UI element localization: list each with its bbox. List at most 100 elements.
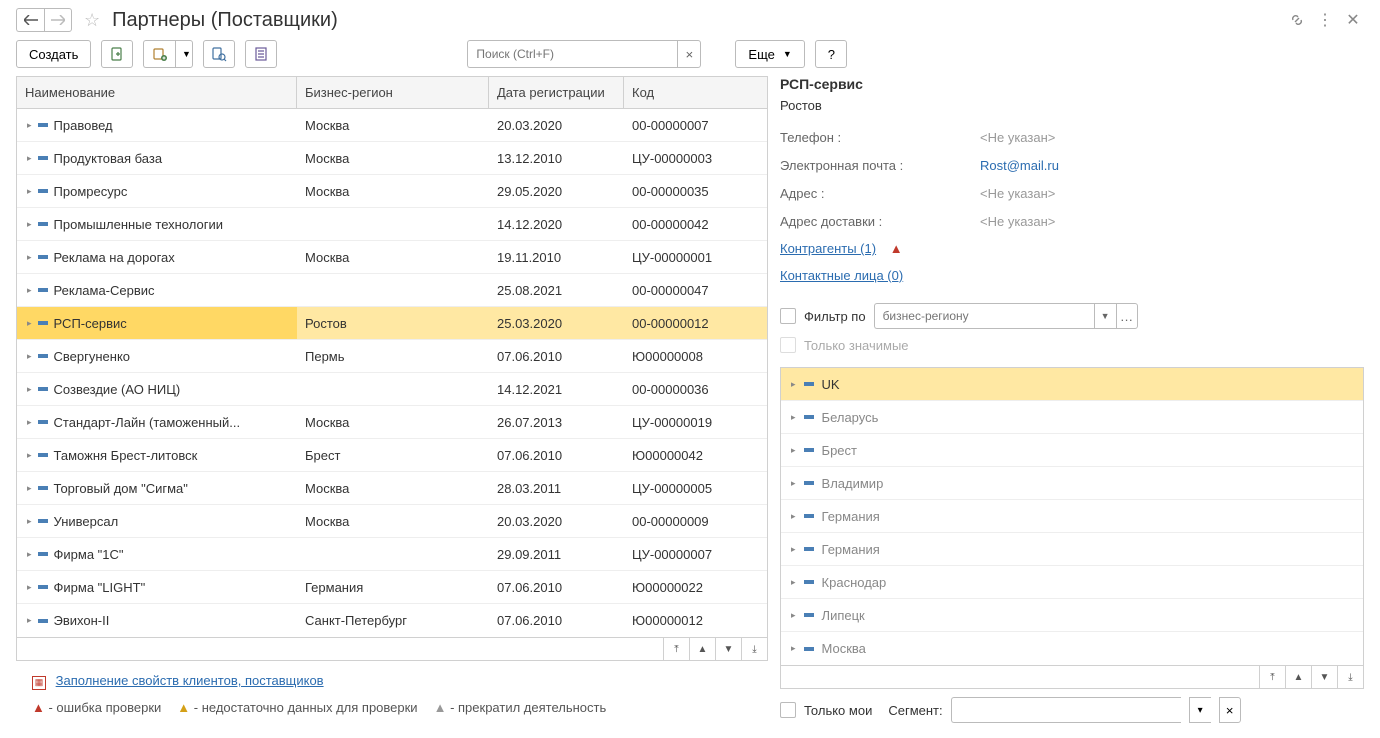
tree-expand-icon[interactable]: ▸ bbox=[27, 417, 32, 428]
regions-pager-first[interactable]: ⤒ bbox=[1259, 666, 1285, 688]
list-button[interactable] bbox=[245, 40, 277, 68]
column-header-code[interactable]: Код bbox=[624, 77, 754, 108]
tree-expand-icon[interactable]: ▸ bbox=[27, 582, 32, 593]
tree-expand-icon[interactable]: ▸ bbox=[791, 577, 796, 588]
region-row[interactable]: ▸ UK bbox=[781, 368, 1363, 401]
table-row[interactable]: ▸Торговый дом "Сигма"Москва28.03.2011ЦУ-… bbox=[17, 472, 767, 505]
table-row[interactable]: ▸Продуктовая базаМосква13.12.2010ЦУ-0000… bbox=[17, 142, 767, 175]
only-significant-checkbox[interactable] bbox=[780, 337, 796, 353]
close-icon[interactable]: ✕ bbox=[1342, 9, 1364, 31]
region-name: UK bbox=[822, 377, 840, 392]
tree-expand-icon[interactable]: ▸ bbox=[791, 511, 796, 522]
table-row[interactable]: ▸Стандарт-Лайн (таможенный...Москва26.07… bbox=[17, 406, 767, 439]
arrow-left-icon bbox=[24, 15, 38, 25]
table-row[interactable]: ▸УниверсалМосква20.03.202000-00000009 bbox=[17, 505, 767, 538]
tree-expand-icon[interactable]: ▸ bbox=[27, 450, 32, 461]
tree-expand-icon[interactable]: ▸ bbox=[791, 610, 796, 621]
table-row[interactable]: ▸Созвездие (АО НИЦ)14.12.202100-00000036 bbox=[17, 373, 767, 406]
help-button[interactable]: ? bbox=[815, 40, 847, 68]
fill-properties-link[interactable]: Заполнение свойств клиентов, поставщиков bbox=[56, 673, 324, 688]
tree-expand-icon[interactable]: ▸ bbox=[27, 252, 32, 263]
regions-pager-up[interactable]: ▲ bbox=[1285, 666, 1311, 688]
row-code: 00-00000042 bbox=[624, 208, 754, 240]
row-date: 29.09.2011 bbox=[489, 538, 624, 570]
create-group-button[interactable] bbox=[143, 40, 175, 68]
table-row[interactable]: ▸Фирма "LIGHT"Германия07.06.2010Ю0000002… bbox=[17, 571, 767, 604]
favorite-star-icon[interactable]: ☆ bbox=[78, 10, 106, 31]
table-row[interactable]: ▸Эвихон-IIСанкт-Петербург07.06.2010Ю0000… bbox=[17, 604, 767, 637]
only-mine-checkbox[interactable] bbox=[780, 702, 796, 718]
region-name: Владимир bbox=[822, 476, 884, 491]
table-row[interactable]: ▸Промышленные технологии14.12.202000-000… bbox=[17, 208, 767, 241]
tree-expand-icon[interactable]: ▸ bbox=[791, 643, 796, 654]
tree-expand-icon[interactable]: ▸ bbox=[27, 120, 32, 131]
document-search-icon bbox=[211, 46, 227, 62]
link-icon[interactable] bbox=[1286, 9, 1308, 31]
segment-dropdown[interactable]: ▾ bbox=[1189, 697, 1211, 723]
tree-expand-icon[interactable]: ▸ bbox=[791, 445, 796, 456]
pager-first-button[interactable]: ⤒ bbox=[663, 638, 689, 660]
table-row[interactable]: ▸ПромресурсМосква29.05.202000-00000035 bbox=[17, 175, 767, 208]
tree-expand-icon[interactable]: ▸ bbox=[27, 351, 32, 362]
email-value[interactable]: Rost@mail.ru bbox=[980, 158, 1059, 173]
tree-expand-icon[interactable]: ▸ bbox=[27, 516, 32, 527]
regions-pager-down[interactable]: ▼ bbox=[1311, 666, 1337, 688]
table-row[interactable]: ▸РСП-сервисРостов25.03.202000-00000012 bbox=[17, 307, 767, 340]
region-row[interactable]: ▸Брест bbox=[781, 434, 1363, 467]
copy-button[interactable] bbox=[101, 40, 133, 68]
segment-input[interactable] bbox=[951, 697, 1181, 723]
row-name: Торговый дом "Сигма" bbox=[54, 481, 188, 496]
more-button[interactable]: Еще▼ bbox=[735, 40, 804, 68]
find-button[interactable] bbox=[203, 40, 235, 68]
region-row[interactable]: ▸Германия bbox=[781, 533, 1363, 566]
tree-expand-icon[interactable]: ▸ bbox=[791, 379, 796, 390]
create-group-dropdown[interactable]: ▼ bbox=[175, 40, 193, 68]
create-button[interactable]: Создать bbox=[16, 40, 91, 68]
counterparties-link[interactable]: Контрагенты (1) bbox=[780, 241, 876, 256]
filter-region-select-button[interactable]: … bbox=[1116, 303, 1138, 329]
filter-region-input[interactable] bbox=[874, 303, 1094, 329]
table-row[interactable]: ▸Реклама-Сервис25.08.202100-00000047 bbox=[17, 274, 767, 307]
tree-expand-icon[interactable]: ▸ bbox=[27, 153, 32, 164]
pager-down-button[interactable]: ▼ bbox=[715, 638, 741, 660]
region-row[interactable]: ▸Германия bbox=[781, 500, 1363, 533]
tree-expand-icon[interactable]: ▸ bbox=[791, 544, 796, 555]
tree-expand-icon[interactable]: ▸ bbox=[27, 615, 32, 626]
tree-expand-icon[interactable]: ▸ bbox=[27, 285, 32, 296]
tree-expand-icon[interactable]: ▸ bbox=[791, 478, 796, 489]
search-clear-button[interactable]: × bbox=[677, 40, 701, 68]
table-row[interactable]: ▸Таможня Брест-литовскБрест07.06.2010Ю00… bbox=[17, 439, 767, 472]
nav-back-button[interactable] bbox=[16, 8, 44, 32]
more-menu-icon[interactable]: ⋮ bbox=[1314, 9, 1336, 31]
table-row[interactable]: ▸ПравоведМосква20.03.202000-00000007 bbox=[17, 109, 767, 142]
region-row[interactable]: ▸Беларусь bbox=[781, 401, 1363, 434]
region-row[interactable]: ▸Липецк bbox=[781, 599, 1363, 632]
nav-forward-button[interactable] bbox=[44, 8, 72, 32]
column-header-date[interactable]: Дата регистрации bbox=[489, 77, 624, 108]
tree-expand-icon[interactable]: ▸ bbox=[27, 549, 32, 560]
row-code: ЦУ-00000003 bbox=[624, 142, 754, 174]
column-header-region[interactable]: Бизнес-регион bbox=[297, 77, 489, 108]
tree-expand-icon[interactable]: ▸ bbox=[27, 384, 32, 395]
row-code: ЦУ-00000019 bbox=[624, 406, 754, 438]
column-header-name[interactable]: Наименование bbox=[17, 77, 297, 108]
filter-checkbox[interactable] bbox=[780, 308, 796, 324]
tree-expand-icon[interactable]: ▸ bbox=[27, 186, 32, 197]
tree-expand-icon[interactable]: ▸ bbox=[27, 318, 32, 329]
region-row[interactable]: ▸Москва bbox=[781, 632, 1363, 665]
regions-pager-last[interactable]: ⤓ bbox=[1337, 666, 1363, 688]
search-input[interactable] bbox=[467, 40, 677, 68]
filter-region-dropdown[interactable]: ▼ bbox=[1094, 303, 1116, 329]
pager-last-button[interactable]: ⤓ bbox=[741, 638, 767, 660]
contacts-link[interactable]: Контактные лица (0) bbox=[780, 268, 903, 283]
tree-expand-icon[interactable]: ▸ bbox=[27, 483, 32, 494]
table-row[interactable]: ▸Реклама на дорогахМосква19.11.2010ЦУ-00… bbox=[17, 241, 767, 274]
tree-expand-icon[interactable]: ▸ bbox=[791, 412, 796, 423]
table-row[interactable]: ▸Фирма "1С"29.09.2011ЦУ-00000007 bbox=[17, 538, 767, 571]
pager-up-button[interactable]: ▲ bbox=[689, 638, 715, 660]
region-row[interactable]: ▸ Владимир bbox=[781, 467, 1363, 500]
region-row[interactable]: ▸Краснодар bbox=[781, 566, 1363, 599]
table-row[interactable]: ▸СвергуненкоПермь07.06.2010Ю00000008 bbox=[17, 340, 767, 373]
segment-clear-button[interactable]: × bbox=[1219, 697, 1241, 723]
tree-expand-icon[interactable]: ▸ bbox=[27, 219, 32, 230]
